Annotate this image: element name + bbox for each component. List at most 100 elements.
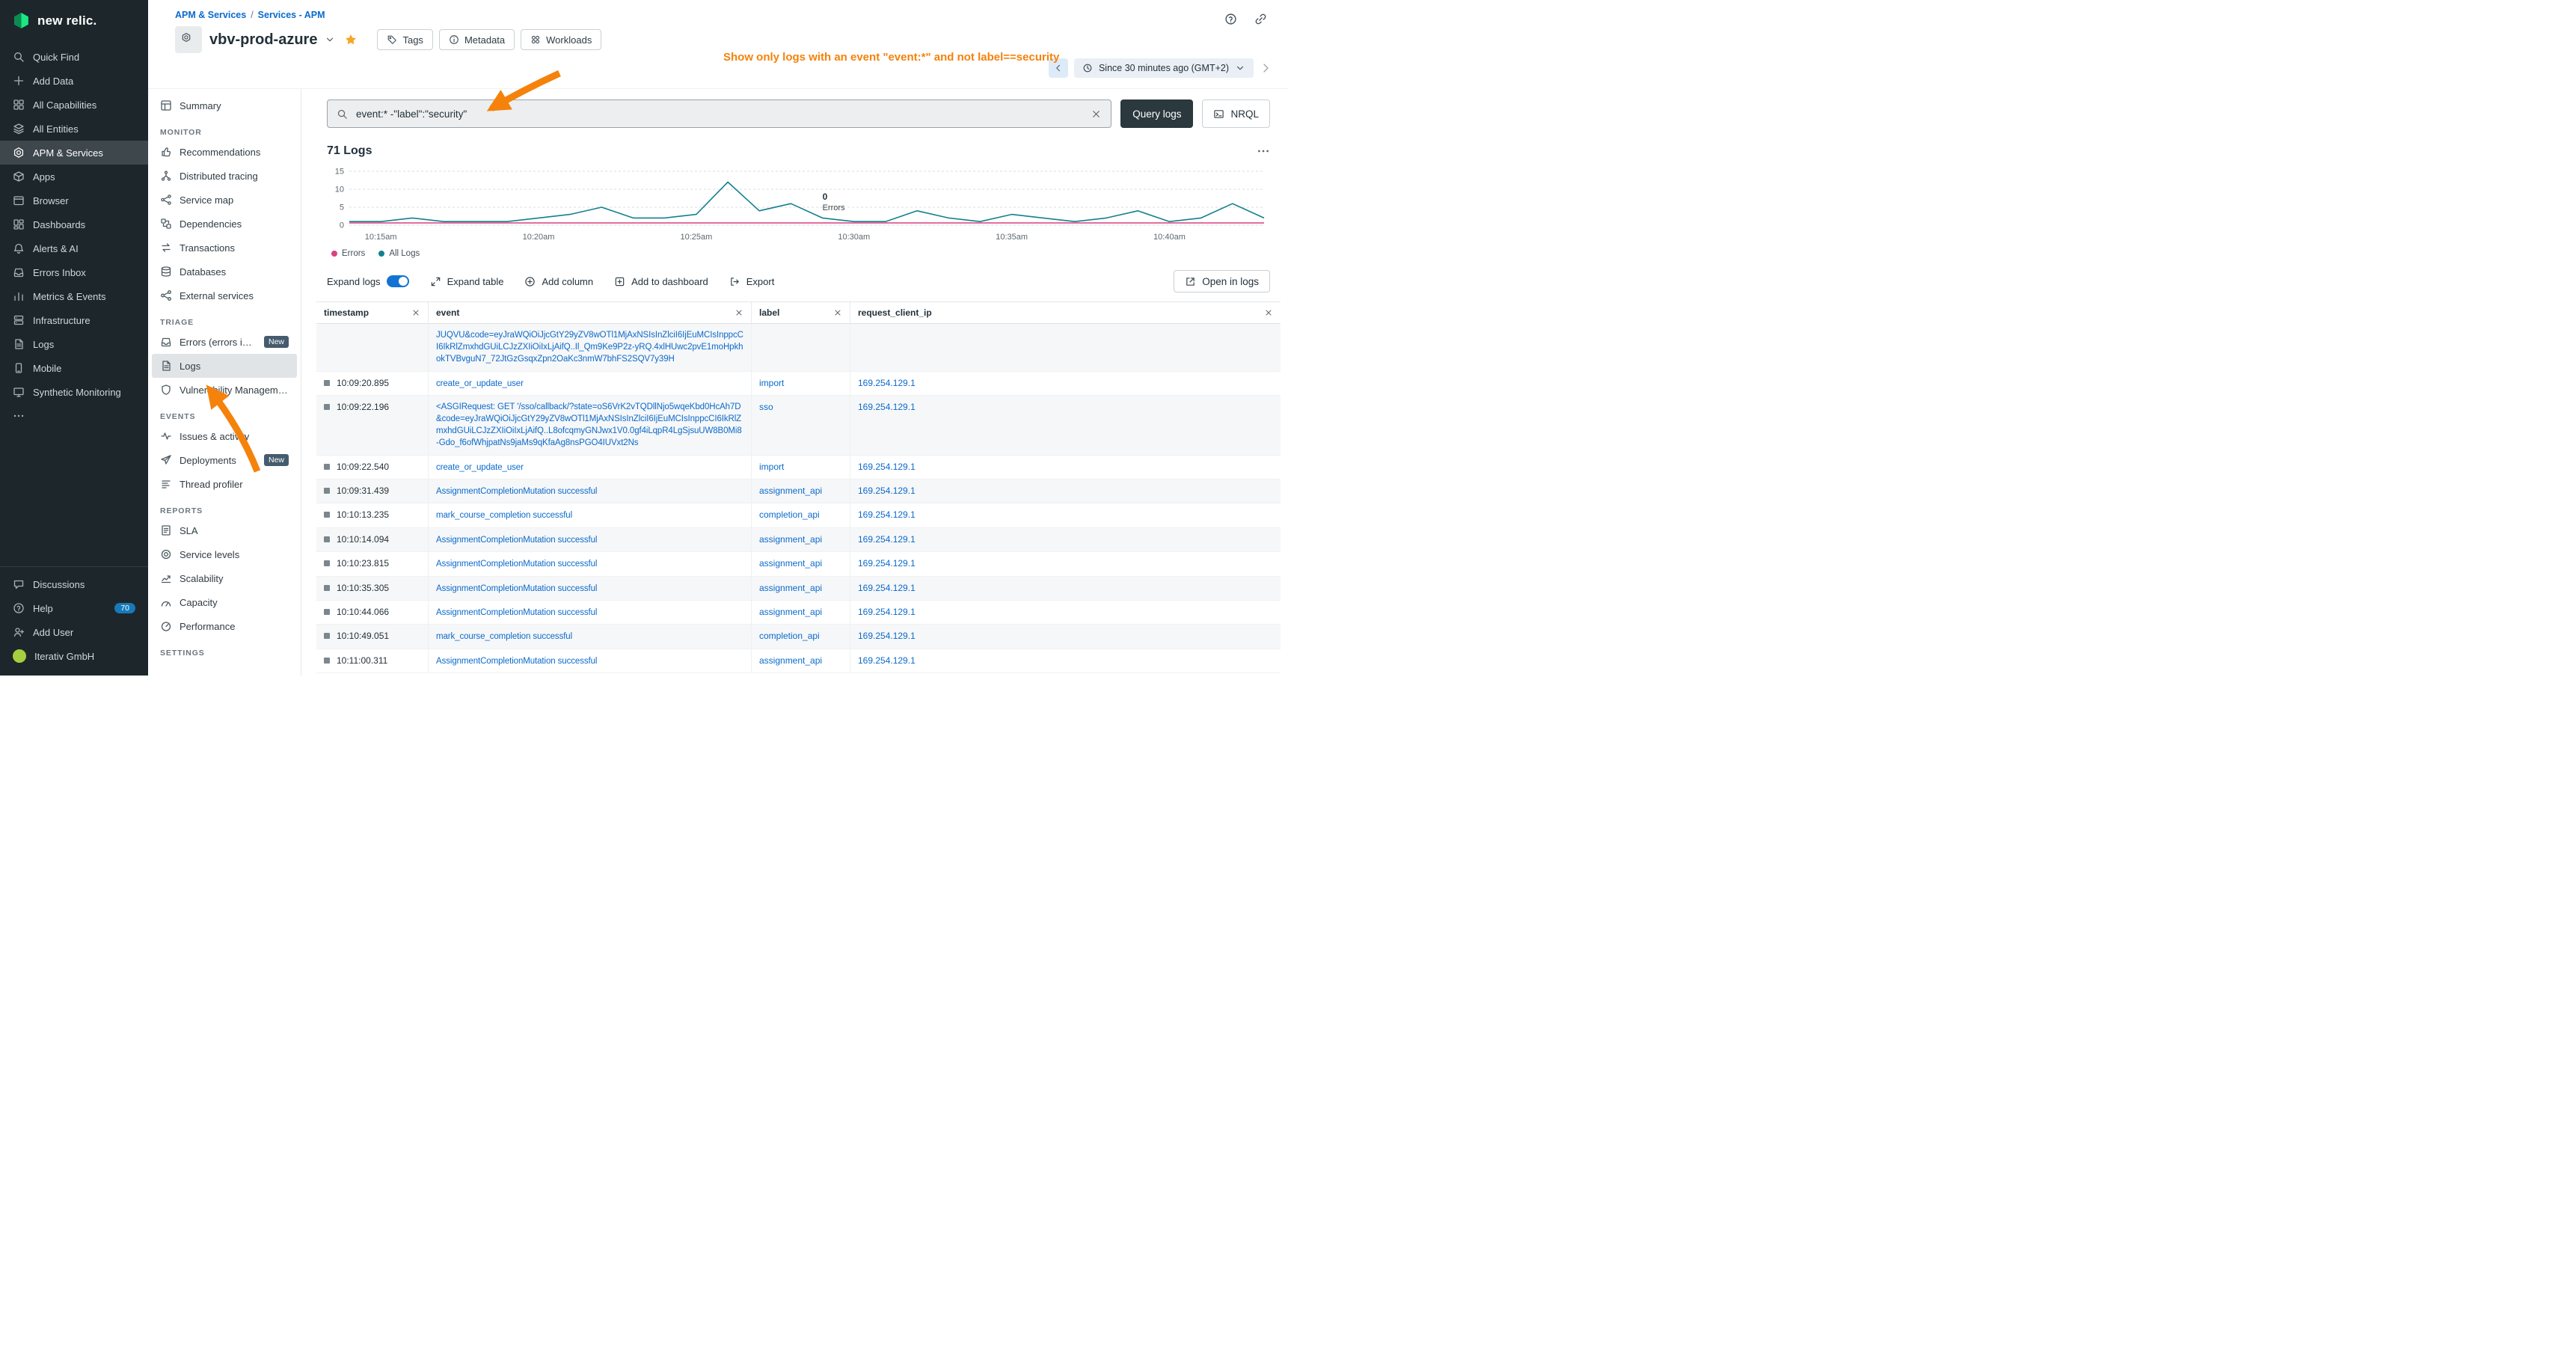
ip-link[interactable]: 169.254.129.1 (858, 378, 916, 388)
entity-nav-issues-activity[interactable]: Issues & activity (152, 424, 297, 448)
sidebar-item-dashboards[interactable]: Dashboards (0, 212, 148, 236)
time-forward-button[interactable] (1260, 62, 1272, 74)
sidebar-item-all-entities[interactable]: All Entities (0, 117, 148, 141)
label-link[interactable]: completion_api (759, 509, 820, 520)
column-header-label[interactable]: label (752, 302, 850, 323)
remove-column-icon[interactable] (411, 308, 420, 317)
label-link[interactable]: assignment_api (759, 607, 822, 617)
entity-nav-transactions[interactable]: Transactions (152, 236, 297, 260)
log-row-marker-icon[interactable] (324, 380, 330, 386)
event-link[interactable]: <ASGIRequest: GET '/sso/callback/?state=… (436, 401, 743, 449)
tags-button[interactable]: Tags (377, 29, 432, 50)
entity-nav-databases[interactable]: Databases (152, 260, 297, 284)
ip-link[interactable]: 169.254.129.1 (858, 583, 916, 593)
event-link[interactable]: AssignmentCompletionMutation successful (436, 607, 597, 619)
sidebar-item-logs[interactable]: Logs (0, 332, 148, 356)
entity-nav-external-services[interactable]: External services (152, 284, 297, 307)
table-row[interactable]: 10:09:22.196<ASGIRequest: GET '/sso/call… (316, 396, 1281, 456)
query-logs-button[interactable]: Query logs (1120, 99, 1193, 128)
ip-link[interactable]: 169.254.129.1 (858, 607, 916, 617)
new-relic-logo[interactable]: new relic. (0, 0, 148, 36)
table-row[interactable]: 10:09:22.540create_or_update_userimport1… (316, 456, 1281, 480)
label-link[interactable]: assignment_api (759, 534, 822, 545)
sidebar-item-metrics-events[interactable]: Metrics & Events (0, 284, 148, 308)
log-row-marker-icon[interactable] (324, 512, 330, 518)
export-button[interactable]: Export (729, 276, 775, 287)
remove-column-icon[interactable] (1264, 308, 1273, 317)
ip-link[interactable]: 169.254.129.1 (858, 631, 916, 641)
help-button[interactable] (1219, 7, 1242, 30)
table-row[interactable]: 10:10:14.094AssignmentCompletionMutation… (316, 528, 1281, 552)
log-row-marker-icon[interactable] (324, 560, 330, 566)
table-row[interactable]: 10:10:44.066AssignmentCompletionMutation… (316, 601, 1281, 625)
more-options-button[interactable] (1257, 144, 1270, 158)
legend-all-logs[interactable]: All Logs (378, 249, 420, 258)
ip-link[interactable]: 169.254.129.1 (858, 485, 916, 496)
ip-link[interactable]: 169.254.129.1 (858, 655, 916, 666)
add-column-button[interactable]: Add column (524, 276, 593, 287)
log-row-marker-icon[interactable] (324, 633, 330, 639)
sidebar-item-all-capabilities[interactable]: All Capabilities (0, 93, 148, 117)
event-link[interactable]: mark_course_completion successful (436, 509, 572, 521)
event-link[interactable]: create_or_update_user (436, 378, 524, 390)
open-in-logs-button[interactable]: Open in logs (1174, 270, 1270, 292)
table-row[interactable]: 10:09:20.895create_or_update_userimport1… (316, 372, 1281, 396)
entity-nav-logs[interactable]: Logs (152, 354, 297, 378)
nrql-button[interactable]: NRQL (1202, 99, 1270, 128)
entity-nav-summary[interactable]: Summary (152, 94, 297, 117)
sidebar-item-discussions[interactable]: Discussions (0, 572, 148, 596)
label-link[interactable]: import (759, 378, 784, 388)
ip-link[interactable]: 169.254.129.1 (858, 462, 916, 472)
sidebar-item-apm-services[interactable]: APM & Services (0, 141, 148, 165)
label-link[interactable]: assignment_api (759, 655, 822, 666)
log-query-input[interactable] (355, 108, 1084, 120)
table-row[interactable]: 10:09:31.439AssignmentCompletionMutation… (316, 480, 1281, 503)
entity-nav-sla[interactable]: SLA (152, 518, 297, 542)
column-header-request-client-ip[interactable]: request_client_ip (850, 302, 1281, 323)
remove-column-icon[interactable] (735, 308, 743, 317)
ip-link[interactable]: 169.254.129.1 (858, 509, 916, 520)
event-link[interactable]: AssignmentCompletionMutation successful (436, 534, 597, 546)
log-row-marker-icon[interactable] (324, 536, 330, 542)
legend-errors[interactable]: Errors (331, 249, 365, 258)
sidebar-item-browser[interactable]: Browser (0, 189, 148, 212)
sidebar-item-apps[interactable]: Apps (0, 165, 148, 189)
event-link[interactable]: AssignmentCompletionMutation successful (436, 583, 597, 595)
metadata-button[interactable]: Metadata (439, 29, 515, 50)
log-row-marker-icon[interactable] (324, 488, 330, 494)
entity-nav-distributed-tracing[interactable]: Distributed tracing (152, 164, 297, 188)
entity-nav-vulnerability-management[interactable]: Vulnerability Management (152, 378, 297, 402)
entity-nav-thread-profiler[interactable]: Thread profiler (152, 472, 297, 496)
label-link[interactable]: assignment_api (759, 583, 822, 593)
expand-logs-toggle[interactable] (387, 275, 409, 287)
column-header-event[interactable]: event (429, 302, 752, 323)
sidebar-item-help[interactable]: Help70 (0, 596, 148, 620)
table-row[interactable]: 10:10:13.235mark_course_completion succe… (316, 503, 1281, 527)
sidebar-item-quick-find[interactable]: Quick Find (0, 45, 148, 69)
event-link[interactable]: JUQVU&code=eyJraWQiOiJjcGtY29yZV8wOTl1Mj… (436, 329, 743, 365)
label-link[interactable]: assignment_api (759, 485, 822, 496)
entity-switcher-chevron-icon[interactable] (325, 34, 335, 45)
event-link[interactable]: create_or_update_user (436, 462, 524, 474)
entity-nav-deployments[interactable]: DeploymentsNew (152, 448, 297, 472)
entity-nav-performance[interactable]: Performance (152, 614, 297, 638)
sidebar-item-more[interactable] (0, 404, 148, 428)
workloads-button[interactable]: Workloads (521, 29, 601, 50)
entity-nav-capacity[interactable]: Capacity (152, 590, 297, 614)
entity-nav-dependencies[interactable]: Dependencies (152, 212, 297, 236)
copy-link-button[interactable] (1249, 7, 1272, 30)
event-link[interactable]: AssignmentCompletionMutation successful (436, 485, 597, 497)
log-query-box[interactable] (327, 99, 1111, 128)
ip-link[interactable]: 169.254.129.1 (858, 558, 916, 569)
entity-nav-service-levels[interactable]: Service levels (152, 542, 297, 566)
event-link[interactable]: AssignmentCompletionMutation successful (436, 558, 597, 570)
log-row-marker-icon[interactable] (324, 585, 330, 591)
log-row-marker-icon[interactable] (324, 658, 330, 664)
label-link[interactable]: import (759, 462, 784, 472)
table-row[interactable]: 10:11:00.311AssignmentCompletionMutation… (316, 649, 1281, 673)
event-link[interactable]: mark_course_completion successful (436, 631, 572, 643)
add-to-dashboard-button[interactable]: Add to dashboard (614, 276, 708, 287)
sidebar-item-add-user[interactable]: Add User (0, 620, 148, 644)
logs-timeseries-chart[interactable]: 05101510:15am10:20am10:25am10:30am10:35a… (327, 164, 1270, 245)
table-row[interactable]: 10:10:23.815AssignmentCompletionMutation… (316, 552, 1281, 576)
